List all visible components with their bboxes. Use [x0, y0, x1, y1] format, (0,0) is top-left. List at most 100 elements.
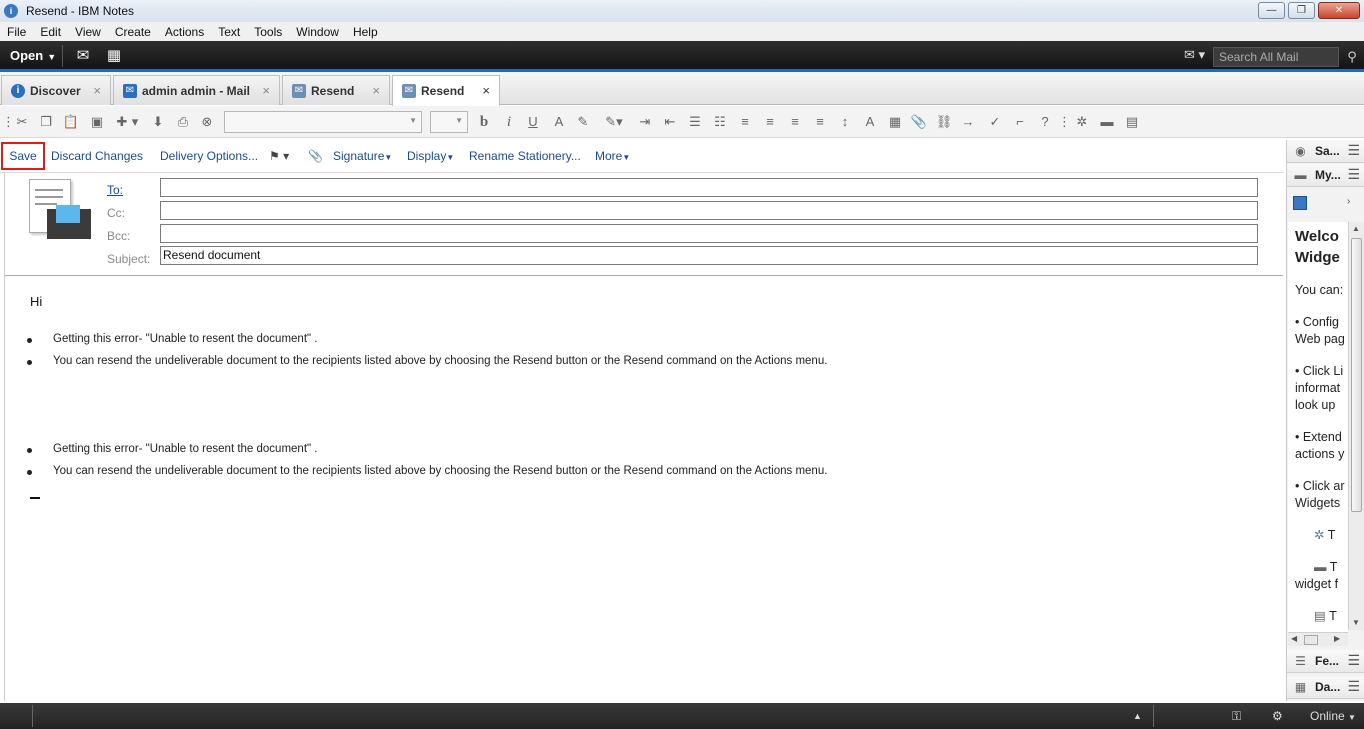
sidebar-panel-feeds[interactable]: ☰ Fe... ☰: [1287, 650, 1364, 673]
widget-icon[interactable]: ✲: [1073, 114, 1091, 130]
line-spacing-icon[interactable]: ↕: [836, 114, 854, 130]
location-icon[interactable]: ⚙: [1272, 709, 1283, 723]
maximize-button[interactable]: ❐: [1288, 2, 1315, 19]
forward-arrow-icon[interactable]: →: [959, 114, 977, 130]
scroll-thumb[interactable]: [1304, 635, 1318, 645]
outdent-icon[interactable]: ⇤: [661, 114, 679, 130]
online-status[interactable]: Online ▼: [1310, 709, 1356, 723]
numbered-list-icon[interactable]: ☷: [711, 114, 729, 130]
sidebar-panel-sametime[interactable]: ◉ Sa... ☰: [1287, 140, 1364, 163]
cut-icon[interactable]: ✂: [13, 114, 31, 130]
attach-icon[interactable]: 📎: [308, 149, 323, 163]
menu-file[interactable]: File: [0, 25, 33, 39]
to-field[interactable]: [160, 178, 1258, 197]
subject-field[interactable]: Resend document: [160, 246, 1258, 265]
save-button[interactable]: Save: [1, 142, 45, 170]
widget-nav-icon[interactable]: ›: [1347, 196, 1350, 207]
table-icon[interactable]: ▦: [886, 114, 904, 130]
menu-view[interactable]: View: [68, 25, 108, 39]
close-tab-icon[interactable]: ×: [482, 83, 490, 98]
align-left-icon[interactable]: ≡: [736, 114, 754, 130]
paste-icon[interactable]: 📋: [62, 114, 80, 130]
scroll-thumb[interactable]: [1351, 238, 1362, 512]
scroll-down-icon[interactable]: ▼: [1352, 618, 1360, 627]
toolbox-icon[interactable]: ▬: [1098, 114, 1116, 130]
menu-window[interactable]: Window: [289, 25, 346, 39]
more-button[interactable]: More▼: [595, 149, 630, 163]
spell-check-icon[interactable]: ✓: [986, 114, 1004, 130]
chevron-up-icon[interactable]: ▲: [1133, 711, 1142, 721]
sidebar-panel-my-widgets[interactable]: ▬ My... ☰: [1287, 164, 1364, 187]
close-tab-icon[interactable]: ×: [262, 83, 270, 98]
close-tab-icon[interactable]: ×: [93, 83, 101, 98]
menu-actions[interactable]: Actions: [158, 25, 211, 39]
save-to-folder-icon[interactable]: ⬇: [149, 114, 167, 130]
menu-help[interactable]: Help: [346, 25, 385, 39]
search-icon[interactable]: ⚲: [1342, 47, 1362, 67]
rename-stationery-button[interactable]: Rename Stationery...: [469, 149, 581, 163]
font-family-select[interactable]: ▼: [224, 111, 422, 133]
bullet-list-icon[interactable]: ☰: [686, 114, 704, 130]
align-center-icon[interactable]: ≡: [761, 114, 779, 130]
mail-icon: ✉: [123, 83, 137, 98]
new-icon[interactable]: ✚: [113, 114, 131, 130]
discard-changes-button[interactable]: Discard Changes: [51, 149, 143, 163]
paste-special-icon[interactable]: ▣: [88, 114, 106, 130]
tab-resend-2[interactable]: ✉ Resend ×: [392, 75, 500, 106]
menu-create[interactable]: Create: [108, 25, 158, 39]
font-size-select[interactable]: ▼: [430, 111, 468, 133]
sidebar-toggle-icon[interactable]: ▤: [1123, 114, 1141, 130]
menu-edit[interactable]: Edit: [33, 25, 68, 39]
bcc-field[interactable]: [160, 224, 1258, 243]
mail-scope-dropdown[interactable]: ✉ ▾: [1184, 47, 1205, 63]
underline-icon[interactable]: U: [524, 114, 542, 130]
justify-icon[interactable]: ≡: [811, 114, 829, 130]
text-color-icon[interactable]: A: [550, 114, 568, 130]
signature-button[interactable]: Signature▼: [333, 149, 392, 163]
delivery-options-button[interactable]: Delivery Options...: [160, 149, 258, 163]
help-icon[interactable]: ?: [1036, 114, 1054, 130]
scroll-up-icon[interactable]: ▲: [1352, 224, 1360, 233]
calendar-icon[interactable]: ▦: [102, 46, 126, 66]
sidebar-panel-day-at-a-glance[interactable]: ▦ Da... ☰: [1287, 676, 1364, 699]
cc-field[interactable]: [160, 201, 1258, 220]
sidebar-horizontal-scrollbar[interactable]: ◀ ▶: [1288, 632, 1348, 646]
tab-resend-1[interactable]: ✉ Resend ×: [282, 75, 390, 105]
tab-discover[interactable]: i Discover ×: [1, 75, 111, 105]
tab-mail[interactable]: ✉ admin admin - Mail ×: [113, 75, 280, 105]
open-button[interactable]: Open ▼: [4, 45, 64, 67]
indent-icon[interactable]: ⇥: [636, 114, 654, 130]
text-style-icon[interactable]: A: [861, 114, 879, 130]
panel-menu-icon[interactable]: ☰: [1347, 652, 1360, 669]
follow-up-flag-icon[interactable]: ⚑ ▾: [269, 149, 289, 163]
link-icon[interactable]: ⛓: [935, 114, 953, 130]
bold-icon[interactable]: b: [475, 114, 493, 130]
minimize-button[interactable]: —: [1258, 2, 1285, 19]
display-button[interactable]: Display▼: [407, 149, 454, 163]
stop-icon[interactable]: ⊗: [198, 114, 216, 130]
section-icon[interactable]: ⌐: [1011, 114, 1029, 130]
close-tab-icon[interactable]: ×: [372, 83, 380, 98]
print-icon[interactable]: ⎙: [174, 114, 192, 130]
highlight-icon[interactable]: ✎: [574, 114, 592, 130]
search-input[interactable]: Search All Mail: [1213, 47, 1339, 67]
scroll-left-icon[interactable]: ◀: [1291, 634, 1297, 643]
menu-tools[interactable]: Tools: [247, 25, 289, 39]
mail-icon[interactable]: ✉: [71, 46, 95, 66]
chevron-down-icon[interactable]: ▾: [130, 114, 140, 130]
attach-icon[interactable]: 📎: [910, 114, 928, 130]
scroll-right-icon[interactable]: ▶: [1334, 634, 1340, 643]
widget-page-icon[interactable]: [1293, 196, 1307, 210]
panel-menu-icon[interactable]: ☰: [1347, 678, 1360, 695]
panel-menu-icon[interactable]: ☰: [1347, 166, 1360, 183]
key-icon[interactable]: ⚿: [1232, 709, 1241, 724]
align-right-icon[interactable]: ≡: [786, 114, 804, 130]
italic-icon[interactable]: i: [500, 114, 518, 130]
close-window-button[interactable]: ✕: [1318, 2, 1360, 19]
sidebar-vertical-scrollbar[interactable]: ▲ ▼: [1348, 222, 1364, 630]
menu-text[interactable]: Text: [211, 25, 247, 39]
to-label[interactable]: To:: [107, 183, 123, 197]
copy-icon[interactable]: ❐: [37, 114, 55, 130]
panel-menu-icon[interactable]: ☰: [1347, 142, 1360, 159]
highlight-dropdown-icon[interactable]: ✎▾: [600, 114, 628, 130]
